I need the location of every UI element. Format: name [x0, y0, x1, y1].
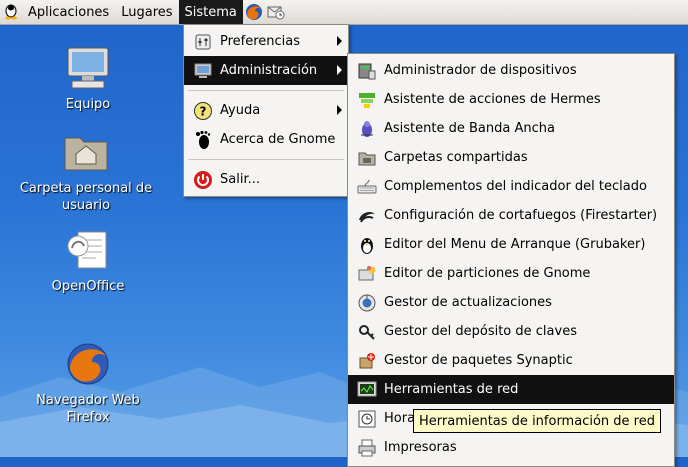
- menu-separator: [188, 159, 344, 160]
- desktop-icon-equipo[interactable]: Equipo: [18, 44, 158, 113]
- menu-item-label: Gestor de actualizaciones: [384, 295, 552, 310]
- menu-item-indicador-teclado[interactable]: Complementos del indicador del teclado: [348, 172, 674, 201]
- menu-item-label: Editor del Menu de Arranque (Grubaker): [384, 237, 646, 252]
- synaptic-icon: [356, 350, 378, 372]
- menu-item-label: Preferencias: [220, 34, 301, 49]
- menu-item-administrador-dispositivos[interactable]: Administrador de dispositivos: [348, 56, 674, 85]
- firewall-icon: [356, 205, 378, 227]
- menu-item-acerca-gnome[interactable]: Acerca de Gnome: [184, 125, 348, 154]
- computer-icon: [64, 44, 112, 92]
- menu-item-label: Complementos del indicador del teclado: [384, 179, 647, 194]
- menu-item-grubaker[interactable]: Editor del Menu de Arranque (Grubaker): [348, 230, 674, 259]
- menu-item-label: Impresoras: [384, 440, 457, 455]
- monitor-icon: [192, 60, 214, 82]
- tooltip: Herramientas de información de red: [413, 409, 661, 433]
- update-icon: [356, 292, 378, 314]
- hermes-icon: [356, 89, 378, 111]
- clock-icon: [356, 408, 378, 430]
- home-folder-icon: [62, 128, 110, 176]
- desktop-label: OpenOffice: [51, 279, 125, 294]
- menu-item-hermes[interactable]: Asistente de acciones de Hermes: [348, 85, 674, 114]
- desktop-label: Navegador Web Firefox: [36, 393, 140, 425]
- desktop-label: Carpeta personal de usuario: [19, 181, 153, 213]
- menu-item-label: Ayuda: [220, 103, 261, 118]
- power-icon: [192, 169, 214, 191]
- menu-item-label: Salir...: [220, 172, 260, 187]
- menu-aplicaciones[interactable]: Aplicaciones: [22, 0, 115, 24]
- menu-item-label: Asistente de acciones de Hermes: [384, 92, 601, 107]
- keyring-icon: [356, 321, 378, 343]
- menu-item-impresoras[interactable]: Impresoras: [348, 433, 674, 462]
- menu-item-label: Gestor del depósito de claves: [384, 324, 577, 339]
- menu-item-actualizaciones[interactable]: Gestor de actualizaciones: [348, 288, 674, 317]
- menu-item-label: Editor de particiones de Gnome: [384, 266, 591, 281]
- openoffice-icon: [64, 226, 112, 274]
- administracion-submenu: Administrador de dispositivos Asistente …: [347, 53, 675, 467]
- help-icon: ?: [192, 100, 214, 122]
- menu-item-banda-ancha[interactable]: Asistente de Banda Ancha: [348, 114, 674, 143]
- menu-item-label: Asistente de Banda Ancha: [384, 121, 555, 136]
- mail-clock-icon[interactable]: [265, 1, 287, 23]
- menu-item-firestarter[interactable]: Configuración de cortafuegos (Firestarte…: [348, 201, 674, 230]
- keyboard-icon: [356, 176, 378, 198]
- menu-item-administracion[interactable]: Administración: [184, 56, 348, 85]
- submenu-arrow-icon: [337, 65, 342, 75]
- svg-text:?: ?: [200, 104, 207, 118]
- partition-icon: [356, 263, 378, 285]
- desktop-icon-home[interactable]: Carpeta personal de usuario: [16, 128, 156, 214]
- menu-item-label: Configuración de cortafuegos (Firestarte…: [384, 208, 658, 223]
- gnome-icon: [192, 129, 214, 151]
- preferences-icon: [192, 31, 214, 53]
- menu-item-carpetas-compartidas[interactable]: Carpetas compartidas: [348, 143, 674, 172]
- menu-item-label: Administración: [220, 63, 318, 78]
- menu-item-particiones[interactable]: Editor de particiones de Gnome: [348, 259, 674, 288]
- menu-item-synaptic[interactable]: Gestor de paquetes Synaptic: [348, 346, 674, 375]
- menu-item-deposito-claves[interactable]: Gestor del depósito de claves: [348, 317, 674, 346]
- sistema-menu: Preferencias Administración ? Ayuda Acer…: [183, 24, 349, 197]
- submenu-arrow-icon: [337, 105, 342, 115]
- desktop-icon-firefox[interactable]: Navegador Web Firefox: [18, 340, 158, 426]
- submenu-arrow-icon: [337, 36, 342, 46]
- firefox-icon: [64, 340, 112, 388]
- menu-item-label: Hora: [384, 411, 416, 426]
- tux-icon: [356, 234, 378, 256]
- menu-item-label: Administrador de dispositivos: [384, 63, 577, 78]
- desktop-icon-openoffice[interactable]: OpenOffice: [18, 226, 158, 295]
- menu-separator: [188, 90, 344, 91]
- menu-item-label: Acerca de Gnome: [220, 132, 336, 147]
- top-panel: Aplicaciones Lugares Sistema: [0, 0, 688, 25]
- network-tools-icon: [356, 379, 378, 401]
- firefox-icon[interactable]: [243, 1, 265, 23]
- menu-item-label: Herramientas de red: [384, 382, 519, 397]
- printer-icon: [356, 437, 378, 459]
- menu-item-salir[interactable]: Salir...: [184, 165, 348, 194]
- menu-item-label: Carpetas compartidas: [384, 150, 528, 165]
- menu-sistema[interactable]: Sistema: [178, 0, 243, 24]
- menu-item-label: Gestor de paquetes Synaptic: [384, 353, 573, 368]
- device-manager-icon: [356, 60, 378, 82]
- menu-item-ayuda[interactable]: ? Ayuda: [184, 96, 348, 125]
- menu-item-preferencias[interactable]: Preferencias: [184, 27, 348, 56]
- shared-folder-icon: [356, 147, 378, 169]
- broadband-icon: [356, 118, 378, 140]
- desktop-label: Equipo: [65, 97, 111, 112]
- menu-lugares[interactable]: Lugares: [115, 0, 178, 24]
- menu-item-herramientas-red[interactable]: Herramientas de red: [348, 375, 674, 404]
- gnome-foot-icon[interactable]: [0, 1, 22, 23]
